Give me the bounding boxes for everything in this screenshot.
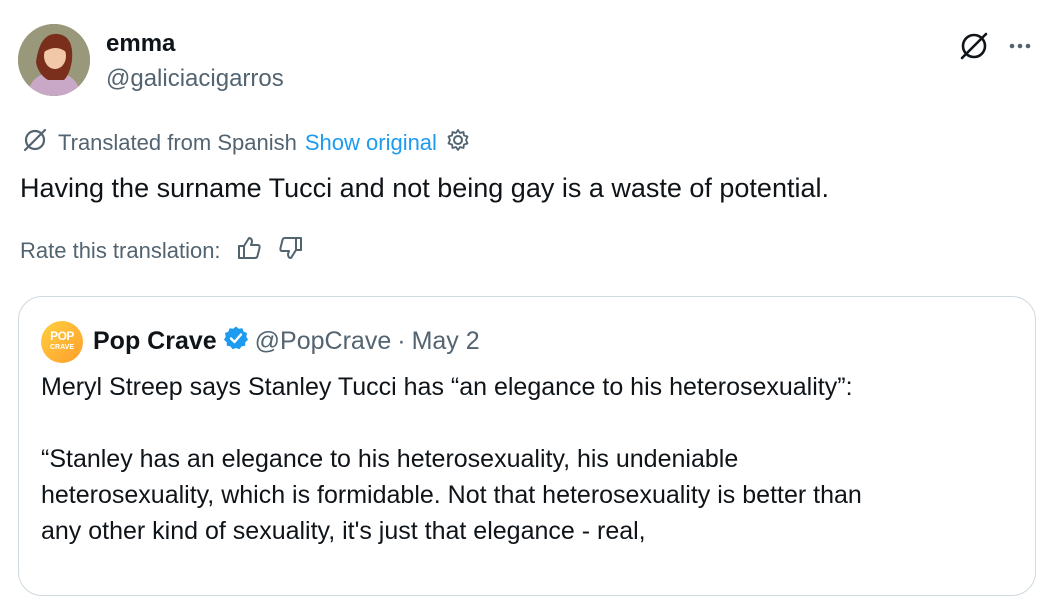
show-original-link[interactable]: Show original [305, 130, 437, 156]
quote-line: heterosexuality, which is formidable. No… [41, 481, 862, 509]
tweet-text: Having the surname Tucci and not being g… [20, 173, 829, 203]
rate-label: Rate this translation: [20, 238, 221, 263]
thumbs-down-icon[interactable] [277, 234, 305, 268]
avatar[interactable] [18, 24, 90, 96]
thumbs-up-icon[interactable] [235, 234, 263, 268]
translate-icon [20, 125, 50, 161]
quote-avatar[interactable]: POP CRAVE [41, 321, 83, 363]
author-handle[interactable]: @galiciacigarros [106, 64, 284, 94]
more-icon[interactable] [1000, 26, 1040, 66]
pop-crave-logo-subtext: CRAVE [50, 344, 74, 351]
quote-author-name[interactable]: Pop Crave [93, 327, 217, 356]
translate-icon[interactable] [954, 26, 994, 66]
separator: · [397, 326, 406, 355]
rate-translation: Rate this translation: [20, 234, 305, 268]
quote-text: Meryl Streep says Stanley Tucci has “an … [41, 369, 1021, 549]
quote-header: Pop Crave @PopCrave · May 2 [93, 325, 480, 357]
gear-icon[interactable] [445, 127, 471, 159]
pop-crave-logo-text: POP [50, 329, 74, 343]
quoted-tweet[interactable]: POP CRAVE Pop Crave @PopCrave · May 2 Me… [18, 296, 1036, 596]
quote-line: Meryl Streep says Stanley Tucci has “an … [41, 373, 853, 401]
avatar-image [18, 24, 90, 96]
quote-line: any other kind of sexuality, it's just t… [41, 517, 646, 545]
author-name[interactable]: emma [106, 30, 175, 58]
translation-bar: Translated from Spanish Show original [20, 128, 471, 158]
quote-date[interactable]: May 2 [412, 327, 480, 356]
translated-label: Translated from Spanish [58, 130, 297, 155]
quote-author-handle[interactable]: @PopCrave [255, 327, 392, 356]
quote-line: “Stanley has an elegance to his heterose… [41, 445, 739, 473]
verified-badge-icon [223, 325, 249, 358]
